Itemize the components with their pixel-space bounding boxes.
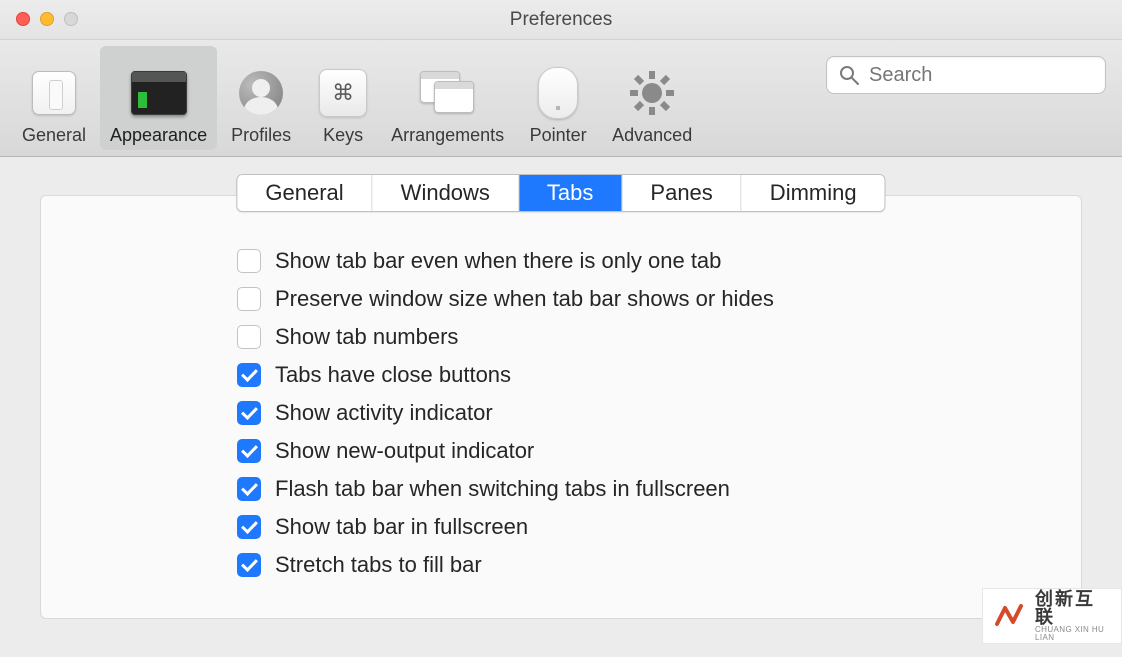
- option-row: Show new-output indicator: [237, 432, 1081, 470]
- watermark-logo-icon: [991, 597, 1027, 635]
- advanced-icon: [624, 65, 680, 121]
- toolbar-item-label: General: [22, 125, 86, 146]
- option-label: Show new-output indicator: [275, 438, 534, 464]
- option-checkbox[interactable]: [237, 477, 261, 501]
- watermark-subtext: CHUANG XIN HU LIAN: [1035, 626, 1113, 642]
- option-row: Show activity indicator: [237, 394, 1081, 432]
- tab-windows[interactable]: Windows: [373, 175, 519, 211]
- option-checkbox[interactable]: [237, 287, 261, 311]
- toolbar-item-pointer[interactable]: Pointer: [514, 46, 602, 150]
- toolbar-item-keys[interactable]: ⌘ Keys: [305, 46, 381, 150]
- traffic-lights: [16, 12, 78, 26]
- keys-icon: ⌘: [315, 65, 371, 121]
- option-checkbox[interactable]: [237, 363, 261, 387]
- option-row: Show tab bar even when there is only one…: [237, 242, 1081, 280]
- toolbar-item-appearance[interactable]: Appearance: [100, 46, 217, 150]
- option-row: Stretch tabs to fill bar: [237, 546, 1081, 584]
- option-checkbox[interactable]: [237, 515, 261, 539]
- toolbar-item-label: Advanced: [612, 125, 692, 146]
- option-row: Flash tab bar when switching tabs in ful…: [237, 470, 1081, 508]
- option-label: Show tab bar even when there is only one…: [275, 248, 721, 274]
- option-label: Preserve window size when tab bar shows …: [275, 286, 774, 312]
- option-row: Preserve window size when tab bar shows …: [237, 280, 1081, 318]
- toolbar-item-label: Arrangements: [391, 125, 504, 146]
- tab-dimming[interactable]: Dimming: [742, 175, 885, 211]
- preferences-toolbar: General Appearance Profiles ⌘ Keys Arran…: [0, 40, 1122, 157]
- arrangements-icon: [420, 65, 476, 121]
- search-field[interactable]: [826, 56, 1106, 94]
- minimize-window-button[interactable]: [40, 12, 54, 26]
- option-label: Show activity indicator: [275, 400, 493, 426]
- tab-general[interactable]: General: [237, 175, 372, 211]
- watermark-text: 创新互联: [1035, 590, 1113, 626]
- option-label: Show tab numbers: [275, 324, 458, 350]
- option-checkbox[interactable]: [237, 401, 261, 425]
- option-label: Tabs have close buttons: [275, 362, 511, 388]
- tab-tabs[interactable]: Tabs: [519, 175, 622, 211]
- general-icon: [26, 65, 82, 121]
- toolbar-item-label: Appearance: [110, 125, 207, 146]
- option-checkbox[interactable]: [237, 249, 261, 273]
- option-label: Show tab bar in fullscreen: [275, 514, 528, 540]
- toolbar-item-label: Profiles: [231, 125, 291, 146]
- toolbar-item-arrangements[interactable]: Arrangements: [381, 46, 514, 150]
- window-title: Preferences: [510, 9, 612, 31]
- profiles-icon: [233, 65, 289, 121]
- option-checkbox[interactable]: [237, 439, 261, 463]
- option-row: Show tab numbers: [237, 318, 1081, 356]
- tabs-options: Show tab bar even when there is only one…: [41, 242, 1081, 584]
- content-area: General Windows Tabs Panes Dimming Show …: [0, 157, 1122, 657]
- search-input[interactable]: [869, 64, 1122, 87]
- zoom-window-button[interactable]: [64, 12, 78, 26]
- option-checkbox[interactable]: [237, 553, 261, 577]
- option-row: Show tab bar in fullscreen: [237, 508, 1081, 546]
- appearance-tabs: General Windows Tabs Panes Dimming: [236, 174, 885, 212]
- option-row: Tabs have close buttons: [237, 356, 1081, 394]
- tab-panes[interactable]: Panes: [622, 175, 741, 211]
- pointer-icon: [530, 65, 586, 121]
- toolbar-item-profiles[interactable]: Profiles: [217, 46, 305, 150]
- option-label: Stretch tabs to fill bar: [275, 552, 482, 578]
- watermark: 创新互联 CHUANG XIN HU LIAN: [982, 588, 1122, 644]
- appearance-panel: General Windows Tabs Panes Dimming Show …: [40, 195, 1082, 619]
- option-label: Flash tab bar when switching tabs in ful…: [275, 476, 730, 502]
- close-window-button[interactable]: [16, 12, 30, 26]
- search-icon: [839, 65, 859, 85]
- appearance-icon: [131, 65, 187, 121]
- toolbar-item-advanced[interactable]: Advanced: [602, 46, 702, 150]
- option-checkbox[interactable]: [237, 325, 261, 349]
- titlebar: Preferences: [0, 0, 1122, 40]
- toolbar-item-label: Pointer: [530, 125, 587, 146]
- toolbar-item-general[interactable]: General: [8, 46, 100, 150]
- toolbar-item-label: Keys: [323, 125, 363, 146]
